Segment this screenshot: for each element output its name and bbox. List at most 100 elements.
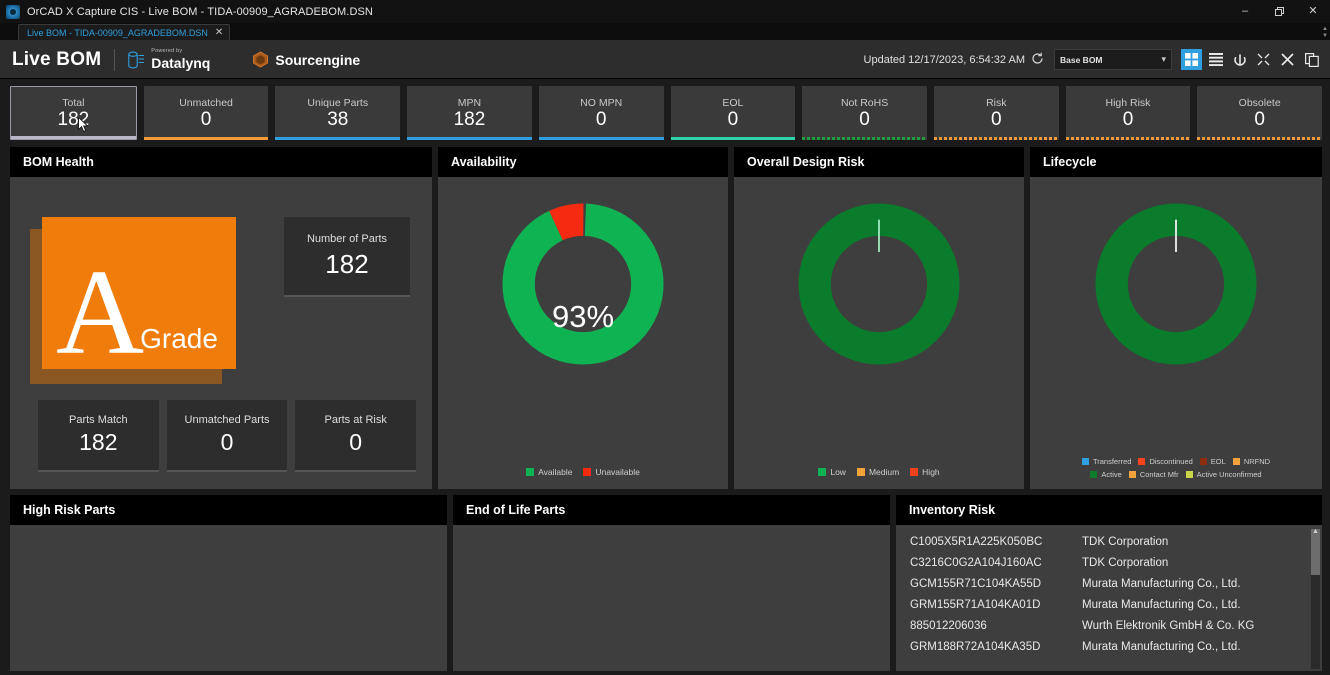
legend-label: Active Unconfirmed	[1196, 470, 1262, 479]
cell-mpn: GCM155R71C104KA55D	[910, 577, 1042, 590]
sync-icon[interactable]	[1229, 49, 1250, 70]
legend-label: Active	[1101, 470, 1122, 479]
kpi-label: Obsolete	[1238, 96, 1281, 109]
kpi-value: 0	[1254, 108, 1265, 130]
stat-label: Unmatched Parts	[184, 414, 270, 426]
legend-label: Transferred	[1092, 457, 1132, 466]
scrollbar-thumb[interactable]	[1311, 529, 1320, 575]
legend-swatch	[1081, 458, 1089, 465]
panel-inventory-risk: Inventory Risk C1005X5R1A225K050BC TDK C…	[896, 495, 1322, 671]
table-row[interactable]: GRM155R71A104KA01D Murata Manufacturing …	[896, 594, 1322, 615]
stat-value: 182	[79, 429, 118, 455]
kpi-underline	[802, 137, 927, 140]
document-tab-close-icon[interactable]: ✕	[215, 27, 223, 38]
chevron-up-icon[interactable]: ▲	[1322, 26, 1328, 32]
stat-label: Parts at Risk	[324, 414, 387, 426]
panel-availability: Availability 93% Available Unavailable	[438, 147, 728, 489]
document-tab-label: Live BOM - TIDA-00909_AGRADEBOM.DSN	[27, 27, 208, 38]
number-of-parts-label: Number of Parts	[306, 232, 388, 245]
legend-item: Transferred	[1081, 457, 1132, 466]
list-view-icon[interactable]	[1205, 49, 1226, 70]
kpi-label: NO MPN	[580, 96, 623, 109]
legend-label: Unavailable	[595, 467, 640, 477]
scroll-up-arrow-icon[interactable]: ▲	[1312, 528, 1319, 535]
legend-item: Active	[1090, 470, 1122, 479]
header-tool-icons	[1181, 49, 1322, 70]
kpi-card-risk[interactable]: Risk 0	[933, 86, 1059, 140]
kpi-underline	[11, 136, 136, 139]
panel-body-end-of-life-parts	[453, 525, 890, 671]
chevron-down-icon[interactable]: ▼	[1322, 33, 1328, 39]
table-row[interactable]: C1005X5R1A225K050BC TDK Corporation	[896, 531, 1322, 552]
document-tabstrip: Live BOM - TIDA-00909_AGRADEBOM.DSN ✕ ▲ …	[0, 23, 1330, 41]
legend-item: Active Unconfirmed	[1185, 470, 1262, 479]
kpi-value: 0	[200, 108, 212, 130]
kpi-card-eol[interactable]: EOL 0	[670, 86, 796, 140]
table-row[interactable]: C3216C0G2A104J160AC TDK Corporation	[896, 552, 1322, 573]
kpi-underline	[143, 137, 269, 140]
close-panel-icon[interactable]	[1277, 49, 1298, 70]
inventory-risk-scrollbar[interactable]: ▲	[1311, 528, 1320, 669]
chevron-down-icon[interactable]: ▾	[1161, 54, 1166, 65]
table-row[interactable]: 885012206036 Wurth Elektronik GmbH & Co.…	[896, 615, 1322, 636]
restore-icon[interactable]	[1262, 0, 1296, 23]
grid-view-icon[interactable]	[1181, 49, 1202, 70]
cell-manufacturer: Murata Manufacturing Co., Ltd.	[1082, 598, 1241, 611]
table-row[interactable]: GCM155R71C104KA55D Murata Manufacturing …	[896, 573, 1322, 594]
lifecycle-legend: Transferred Discontinued EOL NRFND Activ…	[1030, 457, 1322, 479]
panel-overall-design-risk: Overall Design Risk Low Medium High	[734, 147, 1024, 489]
datalynq-logo-icon	[128, 51, 145, 69]
window-titlebar: OrCAD X Capture CIS - Live BOM - TIDA-00…	[0, 0, 1330, 23]
legend-label: Available	[538, 467, 573, 477]
kpi-label: Risk	[986, 96, 1007, 109]
export-icon[interactable]	[1301, 49, 1322, 70]
live-bom-brand: Live BOM	[12, 48, 102, 70]
bom-select[interactable]: Base BOM ▾	[1054, 49, 1172, 70]
live-bom-window: OrCAD X Capture CIS - Live BOM - TIDA-00…	[0, 0, 1330, 675]
kpi-card-mpn[interactable]: MPN 182	[407, 86, 532, 140]
kpi-card-no-mpn[interactable]: NO MPN 0	[538, 86, 664, 140]
tabstrip-scroll-arrows[interactable]: ▲ ▼	[1322, 26, 1328, 39]
legend-label: Discontinued	[1149, 457, 1193, 466]
grade-tile-card: A Grade	[42, 217, 236, 380]
legend-item: NRFND	[1232, 457, 1271, 466]
panel-title-lifecycle: Lifecycle	[1030, 147, 1322, 177]
kpi-value: 0	[595, 108, 607, 130]
bom-health-top: A Grade Number of Parts 182	[10, 177, 432, 384]
legend-item: High	[910, 467, 940, 477]
grade-tile: A Grade	[30, 217, 242, 384]
legend-label: NRFND	[1243, 457, 1271, 466]
legend-label: Contact Mfr	[1139, 470, 1179, 479]
panel-bom-health: BOM Health A Grade Number of Parts 182 P…	[10, 147, 432, 489]
legend-swatch	[1138, 458, 1146, 465]
collapse-icon[interactable]	[1253, 49, 1274, 70]
availability-center-label: 93%	[551, 299, 615, 335]
legend-swatch	[910, 468, 919, 476]
legend-label: High	[922, 467, 940, 477]
cell-mpn: C1005X5R1A225K050BC	[910, 535, 1043, 548]
panel-end-of-life-parts: End of Life Parts	[453, 495, 890, 671]
updated-timestamp: Updated 12/17/2023, 6:54:32 AM	[863, 53, 1025, 66]
kpi-card-high-risk[interactable]: High Risk 0	[1065, 86, 1191, 140]
legend-label: Low	[830, 467, 846, 477]
kpi-card-not-rohs[interactable]: Not RoHS 0	[802, 86, 927, 140]
legend-item: Low	[818, 467, 846, 477]
kpi-card-total[interactable]: Total 182	[10, 86, 137, 140]
table-row[interactable]: GRM188R72A104KA35D Murata Manufacturing …	[896, 636, 1322, 657]
panel-title-design-risk: Overall Design Risk	[734, 147, 1024, 177]
legend-item: Unavailable	[583, 467, 640, 477]
close-icon[interactable]: ✕	[1296, 0, 1330, 23]
legend-swatch	[1232, 458, 1240, 465]
kpi-underline	[1065, 137, 1191, 140]
grade-letter: A	[56, 244, 145, 380]
cell-manufacturer: Murata Manufacturing Co., Ltd.	[1082, 577, 1241, 590]
refresh-icon[interactable]	[1031, 52, 1044, 67]
kpi-card-obsolete[interactable]: Obsolete 0	[1197, 86, 1323, 140]
kpi-card-unmatched[interactable]: Unmatched 0	[143, 86, 269, 140]
kpi-card-unique-parts[interactable]: Unique Parts 38	[275, 86, 401, 140]
document-tab-live-bom[interactable]: Live BOM - TIDA-00909_AGRADEBOM.DSN ✕	[18, 24, 231, 40]
panel-title-end-of-life-parts: End of Life Parts	[453, 495, 890, 525]
minimize-icon[interactable]: –	[1228, 0, 1262, 23]
panel-body-lifecycle: Transferred Discontinued EOL NRFND Activ…	[1030, 177, 1322, 489]
kpi-value: 182	[453, 108, 486, 130]
